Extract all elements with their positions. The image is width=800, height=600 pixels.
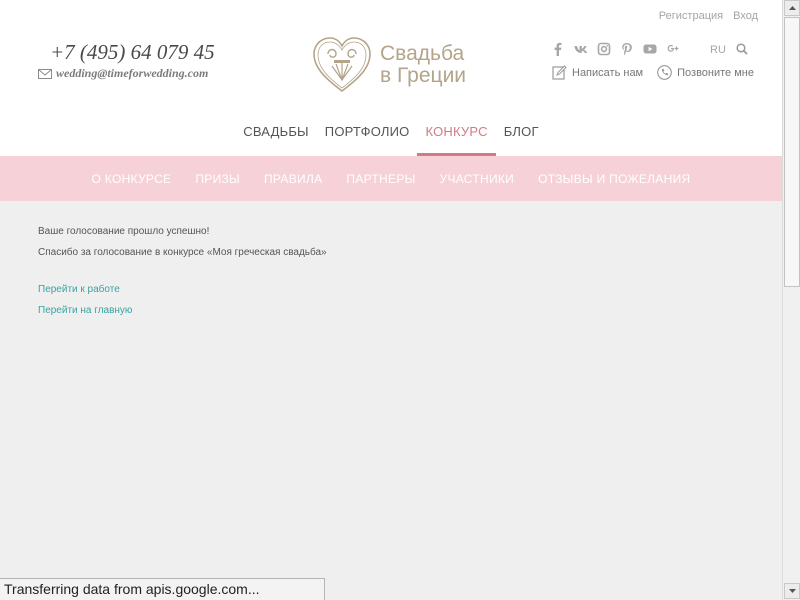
nav-contest[interactable]: КОНКУРС xyxy=(417,125,496,156)
vk-icon[interactable] xyxy=(574,42,588,56)
nav-blog[interactable]: БЛОГ xyxy=(496,125,547,156)
scroll-up-button[interactable] xyxy=(784,0,800,16)
youtube-icon[interactable] xyxy=(643,42,657,56)
logo-line-1: Свадьба xyxy=(380,42,465,65)
call-me-button[interactable]: Позвоните мне xyxy=(657,65,754,80)
search-icon[interactable] xyxy=(736,43,748,55)
phone-number[interactable]: +7 (495) 64 079 45 xyxy=(50,40,215,65)
email-contact[interactable]: wedding@timeforwedding.com xyxy=(38,66,208,81)
contest-subnav: О КОНКУРСЕ ПРИЗЫ ПРАВИЛА ПАРТНЕРЫ УЧАСТН… xyxy=(0,156,782,201)
auth-links: Регистрация Вход xyxy=(659,10,758,22)
subnav-participants[interactable]: УЧАСТНИКИ xyxy=(440,172,515,186)
subnav-about[interactable]: О КОНКУРСЕ xyxy=(92,172,172,186)
subnav-prizes[interactable]: ПРИЗЫ xyxy=(195,172,240,186)
site-logo[interactable]: Свадьба в Греции xyxy=(312,36,466,94)
subnav-rules[interactable]: ПРАВИЛА xyxy=(264,172,322,186)
go-to-work-link[interactable]: Перейти к работе xyxy=(38,284,327,295)
vote-success-message: Ваше голосование прошло успешно! xyxy=(38,226,210,237)
facebook-icon[interactable] xyxy=(551,42,565,56)
browser-status-bar: Transferring data from apis.google.com..… xyxy=(0,578,325,600)
vote-result-content: Ваше голосование прошло успешно! Спасибо… xyxy=(38,226,327,326)
subnav-partners[interactable]: ПАРТНЕРЫ xyxy=(346,172,415,186)
contact-actions: Написать нам Позвоните мне xyxy=(552,65,754,80)
site-header: Регистрация Вход +7 (495) 64 079 45 wedd… xyxy=(0,0,782,156)
write-us-label: Написать нам xyxy=(572,66,644,79)
heart-logo-icon xyxy=(313,37,371,93)
phone-icon xyxy=(657,65,672,80)
logo-line-2: в Греции xyxy=(380,64,467,87)
vote-thanks-message: Спасибо за голосование в конкурсе «Моя г… xyxy=(38,247,327,258)
write-us-button[interactable]: Написать нам xyxy=(552,65,643,80)
nav-portfolio[interactable]: ПОРТФОЛИО xyxy=(317,125,418,156)
register-link[interactable]: Регистрация xyxy=(659,10,723,22)
email-address: wedding@timeforwedding.com xyxy=(56,66,209,80)
arrow-up-icon xyxy=(788,6,796,10)
instagram-icon[interactable] xyxy=(597,42,611,56)
google-plus-icon[interactable] xyxy=(666,42,680,56)
social-links xyxy=(551,42,680,56)
vertical-scrollbar[interactable] xyxy=(782,0,800,600)
logo-text: Свадьба в Греции xyxy=(380,43,466,87)
scrollbar-thumb[interactable] xyxy=(784,17,800,287)
nav-weddings[interactable]: СВАДЬБЫ xyxy=(235,125,317,156)
language-selector[interactable]: RU xyxy=(710,44,726,56)
arrow-down-icon xyxy=(788,589,796,593)
pinterest-icon[interactable] xyxy=(620,42,634,56)
subnav-reviews[interactable]: ОТЗЫВЫ И ПОЖЕЛАНИЯ xyxy=(538,172,690,186)
login-link[interactable]: Вход xyxy=(733,10,758,22)
envelope-icon xyxy=(38,68,52,79)
call-me-label: Позвоните мне xyxy=(677,66,754,79)
go-to-home-link[interactable]: Перейти на главную xyxy=(38,305,327,316)
edit-icon xyxy=(552,65,567,80)
scroll-down-button[interactable] xyxy=(784,583,800,599)
main-navigation: СВАДЬБЫ ПОРТФОЛИО КОНКУРС БЛОГ xyxy=(0,125,782,156)
